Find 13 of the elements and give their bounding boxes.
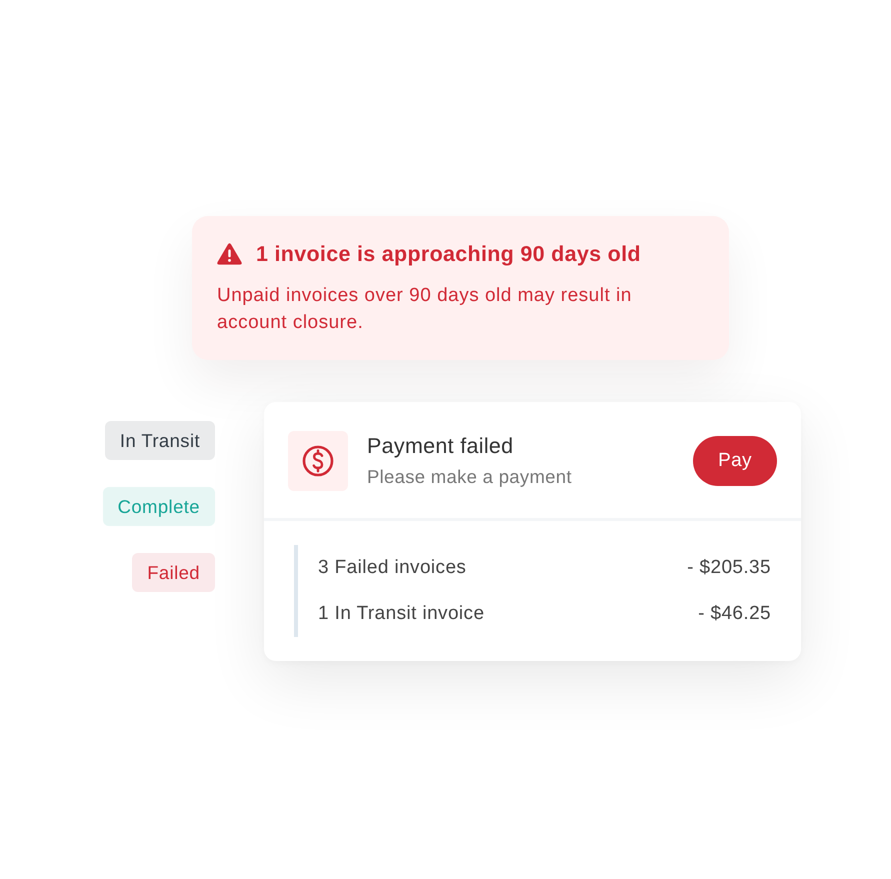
payment-subtitle: Please make a payment [367, 465, 573, 489]
alert-title: 1 invoice is approaching 90 days old [256, 241, 641, 268]
invoice-amount: - $205.35 [687, 557, 771, 579]
invoice-amount: - $46.25 [698, 603, 771, 625]
invoice-label: 3 Failed invoices [318, 557, 466, 579]
pay-button[interactable]: Pay [693, 436, 777, 486]
invoice-label: 1 In Transit invoice [318, 603, 484, 625]
status-badge: Complete [102, 487, 215, 526]
status-badge: Failed [132, 553, 215, 592]
warning-icon [217, 243, 242, 265]
alert-message: Unpaid invoices over 90 days old may result in account closure. [217, 284, 633, 335]
payment-title: Payment failed [367, 433, 514, 459]
status-badge: In Transit [104, 421, 215, 460]
